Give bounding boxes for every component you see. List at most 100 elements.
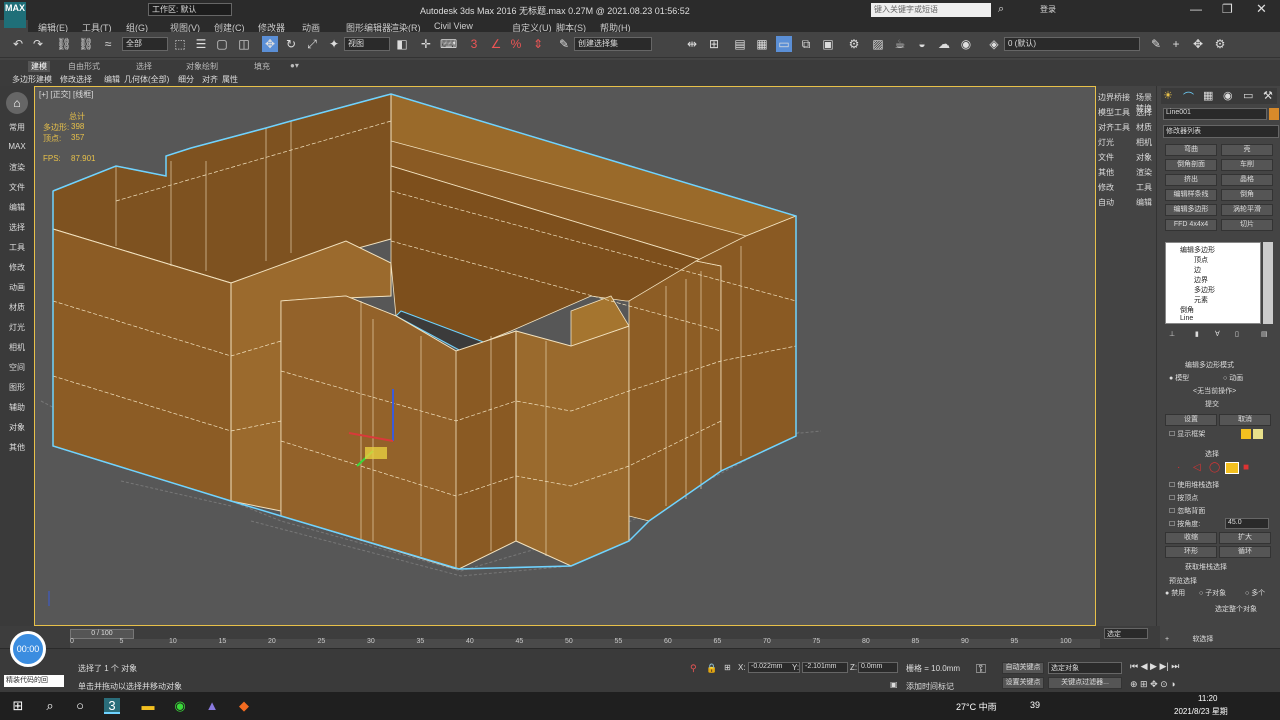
align-icon[interactable]: ⊞ <box>706 36 722 52</box>
modifier-button[interactable]: 涡轮平滑 <box>1221 204 1273 216</box>
element-icon[interactable]: ■ <box>1243 462 1249 473</box>
select-manipulate-icon[interactable]: ✛ <box>418 36 434 52</box>
nav-controls[interactable]: ⊕ ⊞ ✥ ⊙ ◑ <box>1130 679 1176 690</box>
left-toolbar-item[interactable]: 空间 <box>4 362 30 373</box>
pivot-icon[interactable]: ◧ <box>394 36 410 52</box>
select-by-name-icon[interactable]: ☰ <box>193 36 209 52</box>
left-toolbar-item[interactable]: 工具 <box>4 242 30 253</box>
redo-icon[interactable]: ↷ <box>30 36 46 52</box>
named-selection-set[interactable]: 创建选择集 <box>574 37 652 51</box>
modifier-button[interactable]: FFD 4x4x4 <box>1165 219 1217 231</box>
isolate-icon[interactable]: ⚲ <box>690 663 697 674</box>
time-slider[interactable]: 0 / 100 <box>70 629 134 639</box>
modifier-button[interactable]: 挤出 <box>1165 174 1217 186</box>
modifier-button[interactable]: 壳 <box>1221 144 1273 156</box>
home-icon[interactable]: ⌂ <box>6 92 28 114</box>
modifier-button[interactable]: 编辑多边形 <box>1165 204 1217 216</box>
modifier-button[interactable]: 车削 <box>1221 159 1273 171</box>
set-key-button[interactable]: 设置关键点 <box>1002 677 1044 689</box>
create-layer-icon[interactable]: ✎ <box>1148 36 1164 52</box>
preview-off-radio[interactable]: ● 禁用 <box>1165 588 1185 598</box>
layer-explorer-icon[interactable]: ▤ <box>732 36 748 52</box>
weather-label[interactable]: 27°C 中雨 <box>956 700 997 713</box>
rendered-frame-icon[interactable]: ▨ <box>870 36 886 52</box>
plugin-item[interactable]: 对齐工具 <box>1098 122 1130 133</box>
reference-coord-dropdown[interactable]: 视图 <box>344 37 390 51</box>
ribbon-tab[interactable]: 填充 <box>254 61 270 72</box>
search-input[interactable]: 键入关键字或短语 <box>871 3 991 17</box>
commit-button[interactable]: 提交 <box>1205 399 1219 409</box>
clock-time[interactable]: 11:20 <box>1198 694 1217 703</box>
ignore-backfacing-checkbox[interactable]: ☐ 忽略背面 <box>1169 506 1205 516</box>
plugin-item[interactable]: 工具 <box>1136 182 1152 193</box>
show-cage-checkbox[interactable]: ☐ 显示框架 <box>1169 429 1205 439</box>
ribbon-command[interactable]: 修改选择 <box>60 74 92 85</box>
abs-mode-icon[interactable]: ⊞ <box>724 663 731 672</box>
left-toolbar-item[interactable]: 渲染 <box>4 162 30 173</box>
make-unique-icon[interactable]: ∀ <box>1215 330 1220 338</box>
modifier-button[interactable]: 编辑样条线 <box>1165 189 1217 201</box>
render-setup-icon[interactable]: ⚙ <box>846 36 862 52</box>
plugin-item[interactable]: 文件 <box>1098 152 1114 163</box>
render-online-icon[interactable]: ☁ <box>936 36 952 52</box>
recording-timer[interactable]: 00:00 <box>10 631 46 667</box>
windows-start-icon[interactable]: ⊞ <box>10 698 26 714</box>
close-icon[interactable]: ✕ <box>1256 1 1267 17</box>
modify-tab-icon[interactable]: ⌒ <box>1183 89 1194 105</box>
spinner-snap-icon[interactable]: ⇕ <box>530 36 546 52</box>
z-coord-field[interactable]: 0.0mm <box>858 662 898 673</box>
by-vertex-checkbox[interactable]: ☐ 按顶点 <box>1169 493 1198 503</box>
layer-dropdown[interactable]: 0 (默认) <box>1004 37 1140 51</box>
render-production-icon[interactable]: ☕ <box>892 36 908 52</box>
schematic-view-icon[interactable]: ⧉ <box>798 36 814 52</box>
rect-select-icon[interactable]: ▢ <box>214 36 230 52</box>
clock-date[interactable]: 2021/8/23 星期 <box>1174 706 1228 717</box>
undo-icon[interactable]: ↶ <box>10 36 26 52</box>
modifier-button[interactable]: 晶格 <box>1221 174 1273 186</box>
cage-selected-color-swatch[interactable] <box>1253 429 1263 439</box>
layer-properties-icon[interactable]: ⚙ <box>1212 36 1228 52</box>
preview-subobj-radio[interactable]: ○ 子对象 <box>1199 588 1226 598</box>
scale-icon[interactable]: ⤢ <box>304 36 320 52</box>
left-toolbar-item[interactable]: 图形 <box>4 382 30 393</box>
3dsmax-taskbar-icon[interactable]: 3 <box>104 698 120 714</box>
search-taskbar-icon[interactable]: ⌕ <box>42 698 58 714</box>
display-tab-icon[interactable]: ▭ <box>1243 89 1253 102</box>
left-toolbar-item[interactable]: 其他 <box>4 442 30 453</box>
plugin-item[interactable]: 相机 <box>1136 137 1152 148</box>
auto-key-button[interactable]: 自动关键点 <box>1002 662 1044 674</box>
get-stack-button[interactable]: 获取堆栈选择 <box>1185 562 1227 572</box>
left-toolbar-item[interactable]: 相机 <box>4 342 30 353</box>
plugin-item[interactable]: 对象 <box>1136 152 1152 163</box>
ribbon-command[interactable]: 几何体(全部) <box>124 74 169 85</box>
plugin-item[interactable]: 选择 <box>1136 107 1152 118</box>
configure-sets-icon[interactable]: ▤ <box>1261 330 1268 338</box>
selection-filter[interactable]: 全部 <box>122 37 168 51</box>
object-name-field[interactable]: Line001 <box>1163 108 1267 120</box>
ribbon-tab[interactable]: 建模 <box>28 61 50 72</box>
left-toolbar-item[interactable]: 选择 <box>4 222 30 233</box>
polygon-icon[interactable] <box>1225 462 1239 474</box>
pin-stack-icon[interactable]: ⊥ <box>1169 330 1175 338</box>
window-crossing-icon[interactable]: ◫ <box>236 36 252 52</box>
stack-item[interactable]: 边界 <box>1194 275 1208 285</box>
plugin-item[interactable]: 边界桥接 <box>1098 92 1130 103</box>
modifier-list-dropdown[interactable]: 修改器列表 <box>1163 125 1279 138</box>
timeline-mode-dropdown[interactable]: 选定 <box>1104 628 1148 639</box>
left-toolbar-item[interactable]: 文件 <box>4 182 30 193</box>
modifier-button[interactable]: 倒角剖面 <box>1165 159 1217 171</box>
mirror-icon[interactable]: ⇹ <box>684 36 700 52</box>
curve-editor-icon[interactable]: ▭ <box>776 36 792 52</box>
unlink-icon[interactable]: ⛓ <box>78 36 94 52</box>
left-toolbar-item[interactable]: 常用 <box>4 122 30 133</box>
angle-snap-icon[interactable]: ∠ <box>488 36 504 52</box>
object-color-swatch[interactable] <box>1269 108 1279 120</box>
selected-object-dropdown[interactable]: 选定对象 <box>1048 662 1122 674</box>
ring-button[interactable]: 环形 <box>1165 546 1217 558</box>
lock-icon[interactable]: 🔒 <box>706 663 717 674</box>
toggle-ribbon-icon[interactable]: ▦ <box>754 36 770 52</box>
stack-item[interactable]: 编辑多边形 <box>1180 245 1215 255</box>
stack-item[interactable]: 边 <box>1194 265 1201 275</box>
ribbon-command[interactable]: 细分 <box>178 74 194 85</box>
angle-spinner[interactable]: 45.0 <box>1225 518 1269 529</box>
